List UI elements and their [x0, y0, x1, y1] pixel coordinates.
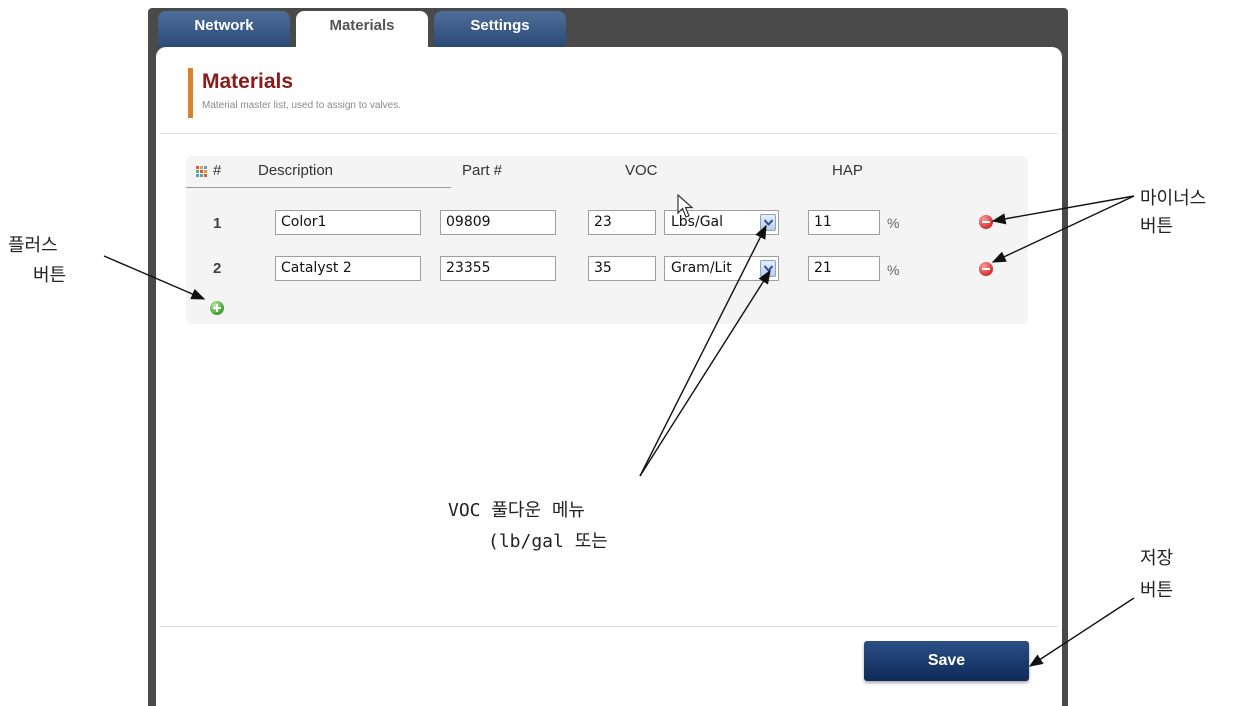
annotation-arrows [103, 195, 1135, 667]
annotation-save-line1: 저장 [1140, 548, 1174, 569]
annotation-voc-line2: (lb/gal 또는 [488, 531, 608, 552]
annotation-minus-line2: 버튼 [1140, 216, 1174, 237]
annotation-minus-line1: 마이너스 [1140, 188, 1207, 209]
annotation-plus-line1: 플러스 [8, 235, 58, 256]
annotation-plus-line2: 버튼 [33, 265, 67, 286]
annotation-voc-line1: VOC 풀다운 메뉴 [448, 500, 585, 521]
annotation-save-line2: 버튼 [1140, 580, 1174, 601]
